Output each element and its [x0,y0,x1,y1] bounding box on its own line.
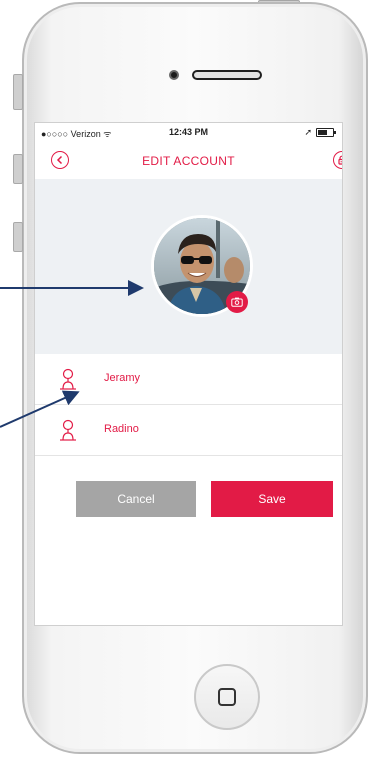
navigation-bar: EDIT ACCOUNT [35,141,342,179]
location-arrow-icon: ➚ [304,127,312,137]
user-icon [60,419,76,441]
front-camera [169,70,179,80]
home-square-icon [218,688,236,706]
status-bar: ●○○○○ Verizon ᯤ 12:43 PM ➚ [35,123,342,141]
last-name-field[interactable]: Radino [35,405,342,456]
first-name-value: Jeramy [104,372,141,384]
change-photo-button[interactable] [226,291,248,313]
battery-icon [316,128,336,137]
save-button[interactable]: Save [211,481,333,517]
volume-down-button [13,222,23,252]
page-title: EDIT ACCOUNT [142,154,235,168]
cancel-button[interactable]: Cancel [76,481,196,517]
last-name-value: Radino [104,423,139,435]
camera-icon [231,297,243,307]
profile-header [35,179,342,354]
volume-up-button [13,154,23,184]
app-screen: ●○○○○ Verizon ᯤ 12:43 PM ➚ EDIT ACCOUNT [34,122,343,626]
user-icon [60,368,76,390]
home-button[interactable] [194,664,260,730]
earpiece-speaker [192,70,262,80]
first-name-field[interactable]: Jeramy [35,354,342,405]
mute-switch [13,74,23,110]
lock-icon [338,155,342,165]
status-right: ➚ [304,127,336,138]
clock-label: 12:43 PM [168,127,209,137]
